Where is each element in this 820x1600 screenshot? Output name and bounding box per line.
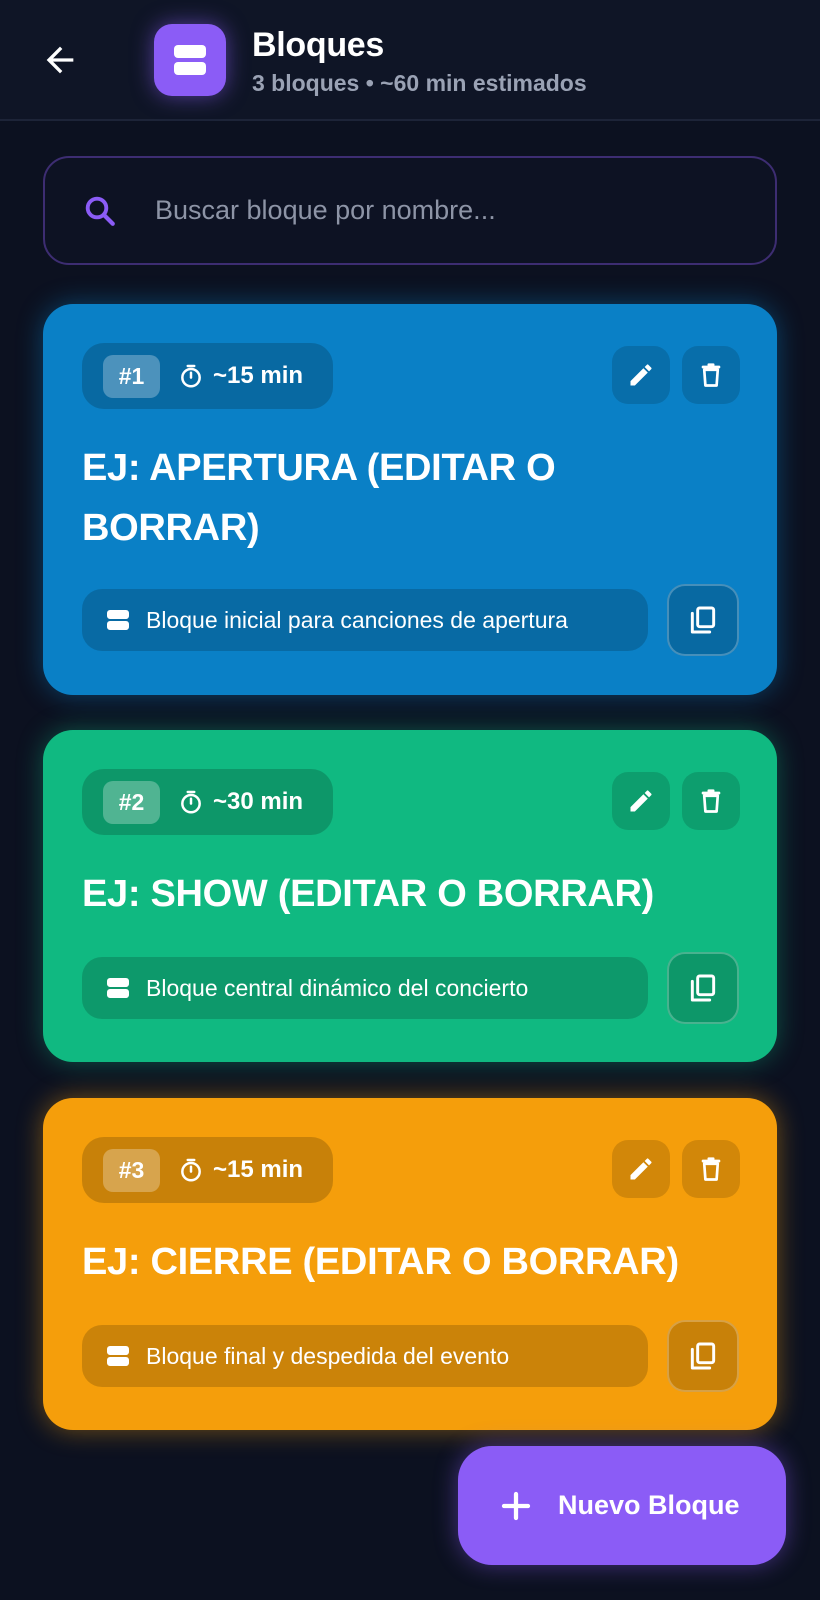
app-header: Bloques 3 bloques • ~60 min estimados — [0, 0, 820, 121]
pencil-icon — [630, 790, 652, 812]
timer-icon — [181, 1158, 201, 1182]
block-meta: #3 ~15 min — [82, 1137, 333, 1203]
plus-icon — [501, 1491, 531, 1520]
block-description-text: Bloque central dinámico del concierto — [146, 974, 529, 1001]
page-subtitle: 3 bloques • ~60 min estimados — [252, 70, 587, 96]
timer-icon — [181, 790, 201, 814]
back-button[interactable] — [34, 34, 86, 86]
block-description-text: Bloque inicial para canciones de apertur… — [146, 606, 568, 633]
blocks-icon — [174, 45, 206, 75]
trash-icon — [701, 363, 721, 387]
blocks-icon — [107, 1346, 129, 1366]
block-title: EJ: APERTURA (EDITAR O BORRAR) — [82, 447, 556, 549]
delete-button[interactable] — [682, 1140, 740, 1198]
duplicate-button[interactable] — [667, 1320, 739, 1392]
copy-icon — [690, 974, 716, 1002]
block-card[interactable]: #1 ~15 min EJ: APERTURA (EDITAR O BORRAR… — [43, 304, 777, 695]
edit-button[interactable] — [612, 772, 670, 830]
new-block-button[interactable]: Nuevo Bloque — [458, 1446, 786, 1565]
edit-button[interactable] — [612, 1140, 670, 1198]
block-meta: #2 ~30 min — [82, 769, 333, 835]
block-duration: ~15 min — [213, 1156, 304, 1183]
block-meta: #1 ~15 min — [82, 343, 333, 409]
block-number: #1 — [103, 355, 160, 398]
block-number: #3 — [103, 1149, 160, 1192]
duplicate-button[interactable] — [667, 952, 739, 1024]
app-screen: Bloques 3 bloques • ~60 min estimados #1… — [0, 0, 820, 1600]
block-title: EJ: CIERRE (EDITAR O BORRAR) — [82, 1241, 679, 1283]
block-duration: ~30 min — [213, 788, 304, 815]
blocks-icon — [107, 610, 129, 630]
blocks-badge — [154, 24, 226, 96]
copy-icon — [690, 606, 716, 634]
trash-icon — [701, 1157, 721, 1181]
block-duration: ~15 min — [213, 362, 304, 389]
edit-button[interactable] — [612, 346, 670, 404]
page-title: Bloques — [252, 26, 385, 64]
arrow-left-icon — [46, 46, 74, 74]
blocks-icon — [107, 978, 129, 998]
search-input[interactable] — [155, 180, 775, 241]
search-bar[interactable] — [43, 156, 777, 265]
timer-icon — [181, 364, 201, 388]
block-description-text: Bloque final y despedida del evento — [146, 1342, 510, 1369]
search-icon — [77, 188, 123, 234]
copy-icon — [690, 1342, 716, 1370]
pencil-icon — [630, 364, 652, 386]
block-description: Bloque central dinámico del concierto — [82, 957, 648, 1019]
block-title: EJ: SHOW (EDITAR O BORRAR) — [82, 873, 655, 915]
block-description: Bloque inicial para canciones de apertur… — [82, 589, 648, 651]
block-description: Bloque final y despedida del evento — [82, 1325, 648, 1387]
delete-button[interactable] — [682, 346, 740, 404]
block-card[interactable]: #2 ~30 min EJ: SHOW (EDITAR O BORRAR) Bl… — [43, 730, 777, 1062]
block-card[interactable]: #3 ~15 min EJ: CIERRE (EDITAR O BORRAR) — [43, 1098, 777, 1430]
new-block-label: Nuevo Bloque — [558, 1490, 740, 1520]
trash-icon — [701, 789, 721, 813]
delete-button[interactable] — [682, 772, 740, 830]
pencil-icon — [630, 1158, 652, 1180]
duplicate-button[interactable] — [667, 584, 739, 656]
block-number: #2 — [103, 781, 160, 824]
